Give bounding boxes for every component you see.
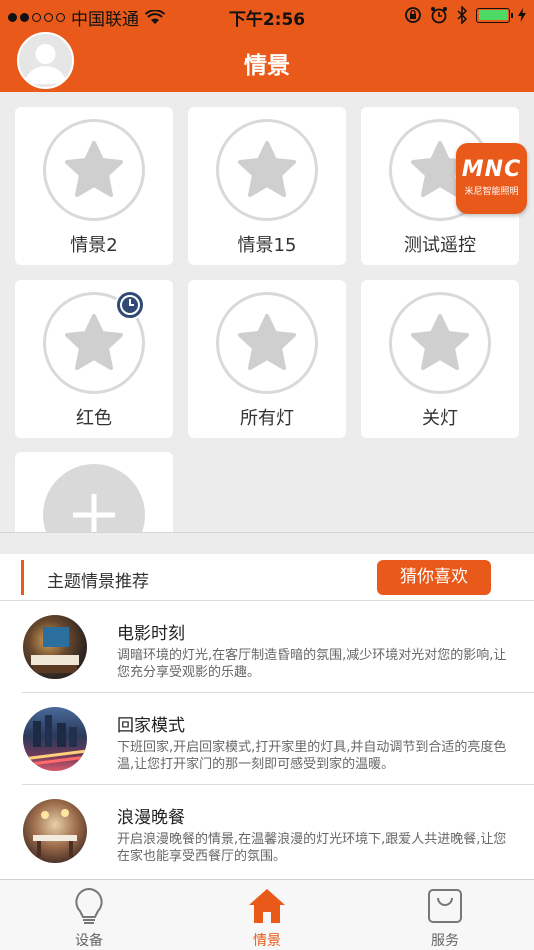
battery-icon [476,7,513,23]
timer-clock-icon [115,290,145,320]
bag-icon [428,889,462,923]
section-title: 主题情景推荐 [47,572,149,592]
tab-devices[interactable]: 设备 [29,880,149,950]
bluetooth-icon [457,6,468,24]
movie-thumbnail [23,615,87,679]
charging-icon [518,8,526,22]
scene-label: 情景15 [237,235,297,256]
status-bar: 中国联通 下午2:56 [0,0,534,32]
divider [0,532,534,554]
star-icon [238,314,296,370]
scene-grid: 情景2 情景15 测试遥控 红色 所有灯 关灯 [0,92,534,532]
item-description: 下班回家,开启回家模式,打开家里的灯具,并自动调节到合适的亮度色温,让您打开家门… [117,740,507,772]
tab-bar: 设备 情景 服务 [0,879,534,950]
item-title: 回家模式 [117,716,185,736]
list-item[interactable]: 电影时刻 调暗环境的灯光,在客厅制造昏暗的氛围,减少环境对光对您的影响,让您充分… [0,601,534,693]
section-accent-bar [21,560,24,595]
item-title: 电影时刻 [117,624,185,644]
dinner-thumbnail [23,799,87,863]
item-description: 调暗环境的灯光,在客厅制造昏暗的氛围,减少环境对光对您的影响,让您充分享受观影的… [117,648,507,680]
scene-label: 情景2 [70,235,118,256]
brand-logo-text: MNC [461,157,522,182]
scene-circle [43,119,145,221]
tab-label: 设备 [75,933,103,949]
scene-tile[interactable]: 所有灯 [188,280,346,438]
star-icon [65,141,123,197]
star-icon [411,314,469,370]
status-right [404,6,526,24]
city-thumbnail [23,707,87,771]
item-description: 开启浪漫晚餐的情景,在温馨浪漫的灯光环境下,跟爱人共进晚餐,让您在家也能享受西餐… [117,832,507,864]
star-icon [238,141,296,197]
home-icon [249,889,285,923]
scene-tile[interactable]: 情景2 [15,107,173,265]
brand-badge[interactable]: MNC 米尼智能照明 [456,143,527,214]
bulb-icon [75,887,103,924]
scene-tile[interactable]: 红色 [15,280,173,438]
alarm-icon [431,7,447,24]
recommendation-list: 电影时刻 调暗环境的灯光,在客厅制造昏暗的氛围,减少环境对光对您的影响,让您充分… [0,601,534,881]
scene-label: 关灯 [422,408,458,429]
scene-tile[interactable]: 关灯 [361,280,519,438]
rotation-lock-icon [405,7,421,23]
section-header: 主题情景推荐 猜你喜欢 [0,554,534,601]
tab-label: 情景 [253,933,281,949]
scene-tile[interactable]: 情景15 [188,107,346,265]
scene-circle [216,292,318,394]
tab-scenes[interactable]: 情景 [207,880,327,950]
list-item[interactable]: 回家模式 下班回家,开启回家模式,打开家里的灯具,并自动调节到合适的亮度色温,让… [0,693,534,785]
page-title: 情景 [244,53,290,79]
brand-subtitle: 米尼智能照明 [464,187,519,197]
scene-label: 测试遥控 [404,235,476,256]
tab-services[interactable]: 服务 [385,880,505,950]
add-circle [43,464,145,532]
star-icon [65,314,123,370]
guess-you-like-button[interactable]: 猜你喜欢 [377,560,491,595]
nav-bar: 情景 [0,32,534,92]
tab-label: 服务 [431,933,459,949]
plus-icon [73,494,115,532]
scene-circle [216,119,318,221]
scene-label: 红色 [76,408,112,429]
list-item[interactable]: 浪漫晚餐 开启浪漫晚餐的情景,在温馨浪漫的灯光环境下,跟爱人共进晚餐,让您在家也… [0,785,534,877]
scene-circle [389,292,491,394]
scene-label: 所有灯 [240,408,294,429]
item-title: 浪漫晚餐 [117,808,185,828]
add-scene-tile[interactable] [15,452,173,532]
